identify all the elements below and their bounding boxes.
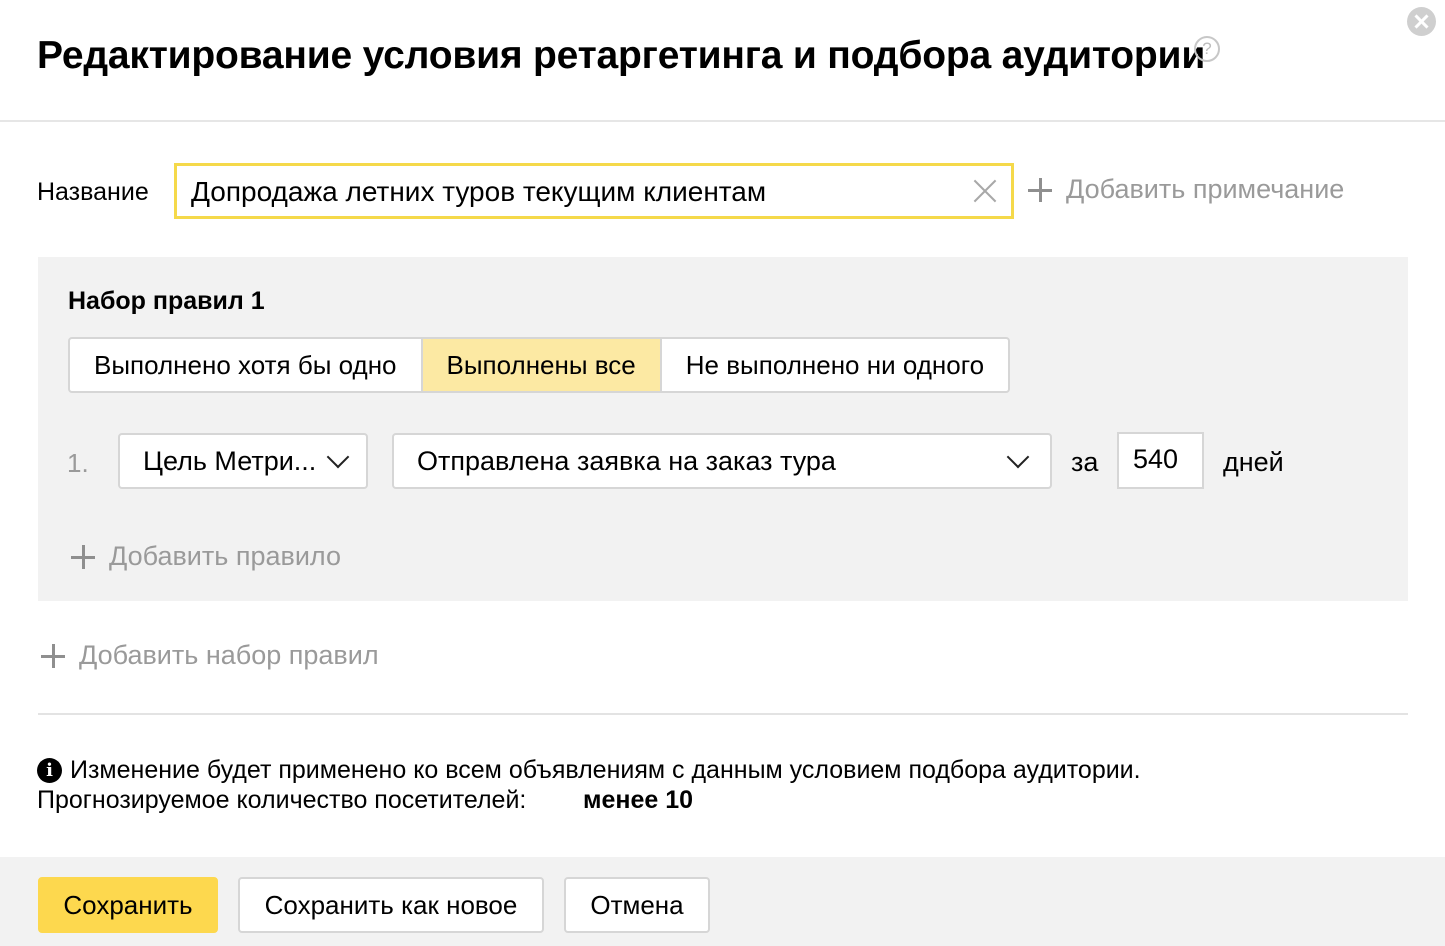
help-icon[interactable]: ? (1194, 36, 1220, 62)
name-label: Название (37, 178, 149, 206)
name-input[interactable]: Допродажа летних туров текущим клиентам (174, 163, 1014, 219)
add-ruleset-link[interactable]: Добавить набор правил (41, 640, 379, 671)
plus-icon (1028, 177, 1052, 202)
add-rule-label: Добавить правило (109, 541, 341, 571)
add-rule-link[interactable]: Добавить правило (71, 541, 341, 572)
add-note-label: Добавить примечание (1066, 174, 1345, 204)
forecast-value: менее 10 (583, 786, 694, 814)
cancel-button[interactable]: Отмена (564, 877, 710, 933)
ruleset-title: Набор правил 1 (68, 287, 265, 315)
rule-mode-switch: Выполнено хотя бы одно Выполнены все Не … (68, 337, 1011, 393)
chevron-down-icon (1006, 445, 1030, 469)
add-note-link[interactable]: Добавить примечание (1028, 174, 1344, 205)
days-label: дней (1223, 447, 1284, 477)
divider (38, 713, 1408, 715)
ruleset-panel: Набор правил 1 Выполнено хотя бы одно Вы… (38, 257, 1408, 601)
info-icon: i (37, 758, 62, 783)
close-icon[interactable] (1407, 7, 1436, 36)
forecast-label: Прогнозируемое количество посетителей: (37, 786, 527, 814)
add-ruleset-label: Добавить набор правил (79, 640, 379, 670)
dialog-header: Редактирование условия ретаргетинга и по… (0, 0, 1445, 122)
plus-icon (71, 544, 95, 569)
dialog-title: Редактирование условия ретаргетинга и по… (37, 34, 1206, 77)
info-message: i Изменение будет применено ко всем объя… (37, 756, 1141, 785)
clear-icon[interactable] (973, 179, 997, 203)
mode-any-button[interactable]: Выполнено хотя бы одно (70, 339, 423, 391)
plus-icon (41, 643, 65, 668)
period-prefix: за (1071, 447, 1099, 477)
save-as-new-button[interactable]: Сохранить как новое (238, 877, 544, 933)
rule-type-value: Цель Метри... (143, 446, 317, 476)
rule-number: 1. (67, 448, 89, 478)
mode-none-button[interactable]: Не выполнено ни одного (662, 339, 1008, 391)
chevron-down-icon (326, 445, 350, 469)
days-input[interactable]: 540 (1117, 432, 1204, 489)
dialog-footer: Сохранить Сохранить как новое Отмена (0, 857, 1445, 946)
rule-type-select[interactable]: Цель Метри... (118, 433, 368, 489)
name-input-value: Допродажа летних туров текущим клиентам (191, 176, 767, 207)
rule-goal-select[interactable]: Отправлена заявка на заказ тура (392, 433, 1052, 489)
save-button[interactable]: Сохранить (38, 877, 218, 933)
info-text: Изменение будет применено ко всем объявл… (70, 756, 1141, 784)
mode-all-button[interactable]: Выполнены все (422, 339, 662, 391)
rule-goal-value: Отправлена заявка на заказ тура (417, 446, 836, 476)
